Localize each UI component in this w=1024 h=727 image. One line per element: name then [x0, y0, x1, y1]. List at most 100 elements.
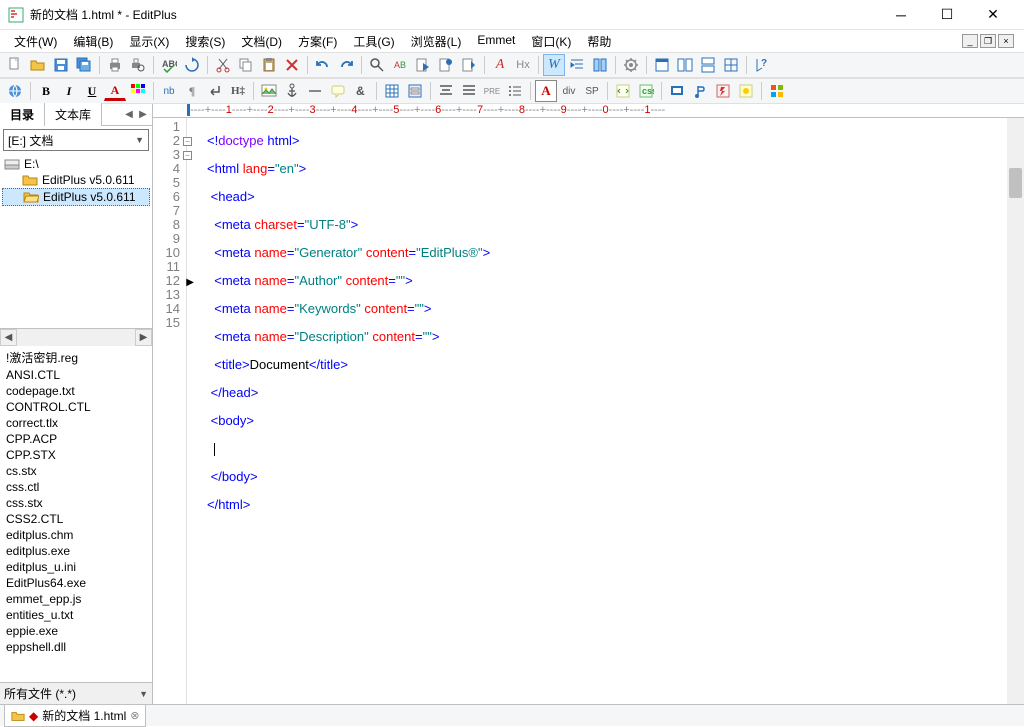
- scroll-left-icon[interactable]: ◀: [0, 329, 17, 346]
- heading-icon[interactable]: Hx: [512, 54, 534, 76]
- file-item[interactable]: css.ctl: [4, 479, 148, 495]
- scroll-right-icon[interactable]: ▶: [135, 329, 152, 346]
- window4-icon[interactable]: [720, 54, 742, 76]
- print-preview-icon[interactable]: [127, 54, 149, 76]
- copy-icon[interactable]: [235, 54, 257, 76]
- file-item[interactable]: !激活密钥.reg: [4, 348, 148, 367]
- file-item[interactable]: editplus_u.ini: [4, 559, 148, 575]
- anchor-icon[interactable]: [281, 80, 303, 102]
- heading-tag-icon[interactable]: H‡: [227, 80, 249, 102]
- fold-icon[interactable]: −: [183, 151, 192, 160]
- goto-icon[interactable]: [412, 54, 434, 76]
- tree-root[interactable]: E:\: [2, 156, 150, 172]
- italic-icon[interactable]: I: [58, 80, 80, 102]
- next-bookmark-icon[interactable]: [458, 54, 480, 76]
- undo-icon[interactable]: [312, 54, 334, 76]
- tab-prev-icon[interactable]: ◀: [122, 107, 136, 123]
- print-icon[interactable]: [104, 54, 126, 76]
- file-filter-select[interactable]: 所有文件 (*.*) ▼: [0, 682, 152, 704]
- flash-icon[interactable]: [712, 80, 734, 102]
- code-text[interactable]: <!doctype html> <html lang="en"> <head> …: [187, 118, 1024, 704]
- file-item[interactable]: cs.stx: [4, 463, 148, 479]
- div-icon[interactable]: div: [558, 80, 580, 102]
- mdi-minimize-button[interactable]: _: [962, 34, 978, 48]
- bookmark-icon[interactable]: [435, 54, 457, 76]
- span-icon[interactable]: SP: [581, 80, 603, 102]
- save-all-icon[interactable]: [73, 54, 95, 76]
- open-file-icon[interactable]: [27, 54, 49, 76]
- menu-browser[interactable]: 浏览器(L): [403, 31, 470, 52]
- tree-node-selected[interactable]: EditPlus v5.0.611: [2, 188, 150, 206]
- spellcheck-icon[interactable]: ABC: [158, 54, 180, 76]
- fontface-icon[interactable]: A: [535, 80, 557, 102]
- script-icon[interactable]: [612, 80, 634, 102]
- embed-icon[interactable]: [735, 80, 757, 102]
- tree-node[interactable]: EditPlus v5.0.611: [2, 172, 150, 188]
- file-item[interactable]: eppie.exe: [4, 623, 148, 639]
- file-item[interactable]: CPP.STX: [4, 447, 148, 463]
- column-select-icon[interactable]: [589, 54, 611, 76]
- menu-window[interactable]: 窗口(K): [523, 31, 579, 52]
- sound-icon[interactable]: [689, 80, 711, 102]
- menu-file[interactable]: 文件(W): [6, 31, 65, 52]
- editor-vscroll[interactable]: [1007, 118, 1024, 704]
- menu-edit[interactable]: 编辑(B): [65, 31, 121, 52]
- wordwrap-icon[interactable]: W: [543, 54, 565, 76]
- hr-icon[interactable]: [304, 80, 326, 102]
- file-item[interactable]: entities_u.txt: [4, 607, 148, 623]
- window1-icon[interactable]: [651, 54, 673, 76]
- font-color-icon[interactable]: A: [104, 82, 126, 101]
- save-icon[interactable]: [50, 54, 72, 76]
- table-icon[interactable]: [381, 80, 403, 102]
- style-icon[interactable]: css: [635, 80, 657, 102]
- file-item[interactable]: correct.tlx: [4, 415, 148, 431]
- menu-help[interactable]: 帮助: [579, 31, 619, 52]
- tab-close-icon[interactable]: ⊗: [130, 709, 139, 722]
- cut-icon[interactable]: [212, 54, 234, 76]
- file-item[interactable]: emmet_epp.js: [4, 591, 148, 607]
- file-item[interactable]: eppshell.dll: [4, 639, 148, 655]
- indent-icon[interactable]: [566, 54, 588, 76]
- pre-icon[interactable]: PRE: [481, 80, 503, 102]
- image-icon[interactable]: [258, 80, 280, 102]
- new-file-icon[interactable]: [4, 54, 26, 76]
- browser-icon[interactable]: [4, 80, 26, 102]
- minimize-button[interactable]: ─: [878, 0, 924, 30]
- document-tab[interactable]: ◆ 新的文档 1.html ⊗: [4, 704, 146, 727]
- bold-icon[interactable]: B: [35, 80, 57, 102]
- center-icon[interactable]: [435, 80, 457, 102]
- nbsp-icon[interactable]: nb: [158, 80, 180, 102]
- menu-emmet[interactable]: Emmet: [469, 31, 523, 52]
- file-item[interactable]: CPP.ACP: [4, 431, 148, 447]
- file-item[interactable]: editplus.chm: [4, 527, 148, 543]
- help-icon[interactable]: ?: [751, 54, 773, 76]
- file-item[interactable]: EditPlus64.exe: [4, 575, 148, 591]
- replace-icon[interactable]: AB: [389, 54, 411, 76]
- file-list[interactable]: !激活密钥.reg ANSI.CTL codepage.txt CONTROL.…: [0, 346, 152, 682]
- menu-search[interactable]: 搜索(S): [177, 31, 233, 52]
- redo-icon[interactable]: [335, 54, 357, 76]
- tab-next-icon[interactable]: ▶: [136, 107, 150, 123]
- underline-icon[interactable]: U: [81, 80, 103, 102]
- find-icon[interactable]: [366, 54, 388, 76]
- menu-tools[interactable]: 工具(G): [345, 31, 402, 52]
- char-icon[interactable]: &: [350, 80, 372, 102]
- tab-cliptext[interactable]: 文本库: [45, 103, 102, 126]
- menu-document[interactable]: 文档(D): [233, 31, 290, 52]
- menu-project[interactable]: 方案(F): [290, 31, 345, 52]
- paste-icon[interactable]: [258, 54, 280, 76]
- mdi-restore-button[interactable]: ❐: [980, 34, 996, 48]
- paragraph-icon[interactable]: ¶: [181, 80, 203, 102]
- comment-icon[interactable]: [327, 80, 349, 102]
- windows-icon[interactable]: [766, 80, 788, 102]
- file-item[interactable]: ANSI.CTL: [4, 367, 148, 383]
- file-item[interactable]: CSS2.CTL: [4, 511, 148, 527]
- delete-icon[interactable]: [281, 54, 303, 76]
- list-icon[interactable]: [504, 80, 526, 102]
- drive-select[interactable]: [E:] 文档 ▼: [3, 129, 149, 151]
- fold-icon[interactable]: −: [183, 137, 192, 146]
- form-icon[interactable]: [404, 80, 426, 102]
- window3-icon[interactable]: [697, 54, 719, 76]
- refresh-icon[interactable]: [181, 54, 203, 76]
- justify-icon[interactable]: [458, 80, 480, 102]
